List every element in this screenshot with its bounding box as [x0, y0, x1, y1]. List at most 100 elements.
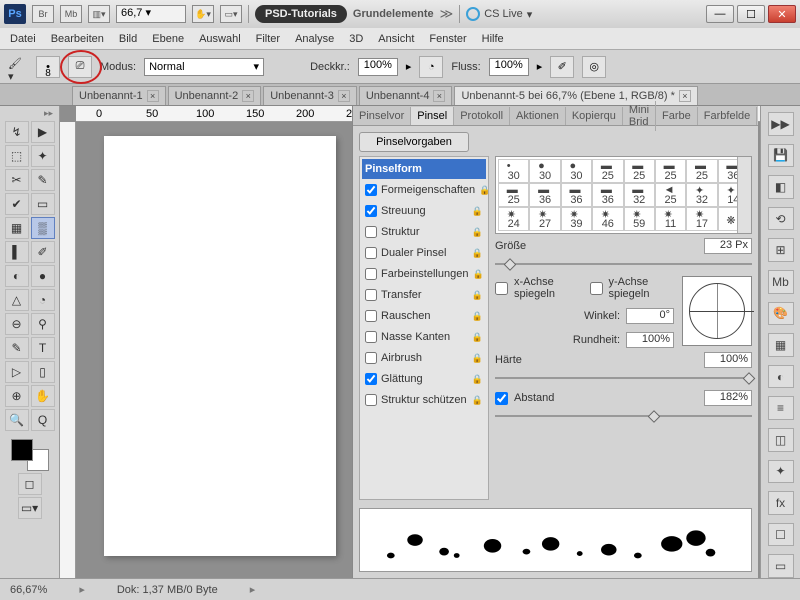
brush-setting-item[interactable]: Formeigenschaften — [362, 180, 486, 200]
workspace-more-icon[interactable]: ≫ — [440, 6, 454, 22]
menu-ansicht[interactable]: Ansicht — [378, 33, 414, 45]
hardness-field[interactable]: 100% — [704, 352, 752, 368]
tool-item[interactable]: ◐ — [5, 265, 29, 287]
airbrush-icon[interactable]: ✐ — [550, 56, 574, 78]
tool-item[interactable]: △ — [5, 289, 29, 311]
brush-setting-item[interactable]: Struktur schützen — [362, 390, 486, 410]
brush-tip[interactable]: ▬36 — [529, 183, 560, 207]
menu-ebene[interactable]: Ebene — [152, 33, 184, 45]
tool-item[interactable]: ⬚ — [5, 145, 29, 167]
brush-setting-item[interactable]: Nasse Kanten — [362, 327, 486, 347]
tool-item[interactable]: ✂ — [5, 169, 29, 191]
lock-icon[interactable] — [472, 248, 483, 259]
workspace-pill[interactable]: PSD-Tutorials — [255, 5, 347, 23]
opacity-pressure-icon[interactable]: ◔ — [419, 56, 443, 78]
panel-tab-pinselvor[interactable]: Pinselvor — [353, 107, 411, 125]
dock-icon[interactable]: 🎨 — [768, 302, 794, 326]
dock-icon[interactable]: ▦ — [768, 333, 794, 357]
brush-tip[interactable]: ●30 — [529, 159, 560, 183]
color-swatches[interactable] — [11, 439, 49, 471]
document-tab[interactable]: Unbenannt-5 bei 66,7% (Ebene 1, RGB/8) *… — [454, 86, 697, 105]
tool-item[interactable]: ▶ — [31, 121, 55, 143]
brush-tip[interactable]: ◄25 — [655, 183, 686, 207]
hardness-slider[interactable] — [495, 372, 752, 386]
lock-icon[interactable] — [472, 395, 483, 406]
tool-item[interactable]: ✦ — [31, 145, 55, 167]
lock-icon[interactable] — [472, 206, 483, 217]
brush-setting-item[interactable]: Struktur — [362, 222, 486, 242]
brush-setting-item[interactable]: Airbrush — [362, 348, 486, 368]
brush-tip[interactable]: ✦32 — [686, 183, 717, 207]
brush-presets-button[interactable]: Pinselvorgaben — [359, 132, 469, 152]
dock-icon[interactable]: ◫ — [768, 428, 794, 452]
lock-icon[interactable] — [472, 353, 483, 364]
size-pressure-icon[interactable]: ◎ — [582, 56, 606, 78]
brush-preview-icon[interactable]: • 8 — [36, 56, 60, 78]
brush-tip-grid[interactable]: •30●30●30▬25▬25▬25▬25▬36▬25▬36▬36▬36▬32◄… — [495, 156, 752, 234]
flip-x-checkbox[interactable]: x-Achse spiegeln — [495, 276, 580, 300]
status-flyout2-icon[interactable]: ▸ — [238, 583, 268, 596]
lock-icon[interactable] — [472, 227, 483, 238]
tool-item[interactable]: ▷ — [5, 361, 29, 383]
tool-item[interactable]: ▦ — [5, 217, 29, 239]
hand-icon[interactable]: ✋▾ — [192, 5, 214, 23]
panel-tab-farbfelde[interactable]: Farbfelde — [698, 107, 757, 125]
brush-tip[interactable]: ▬25 — [686, 159, 717, 183]
lock-icon[interactable] — [479, 185, 490, 196]
panel-tab-farbe[interactable]: Farbe — [656, 107, 698, 125]
brush-setting-item[interactable]: Pinselform — [362, 159, 486, 179]
layout-icon[interactable]: ▥▾ — [88, 5, 110, 23]
dock-icon[interactable]: 💾 — [768, 144, 794, 168]
lock-icon[interactable] — [472, 311, 483, 322]
brush-tip[interactable]: ✷39 — [561, 207, 592, 231]
minimize-button[interactable]: — — [706, 5, 734, 23]
dock-icon[interactable]: fx — [768, 491, 794, 515]
brush-setting-item[interactable]: Glättung — [362, 369, 486, 389]
brush-tip[interactable]: ✷46 — [592, 207, 623, 231]
document-tab[interactable]: Unbenannt-1× — [72, 86, 166, 105]
menu-fenster[interactable]: Fenster — [429, 33, 466, 45]
cslive-button[interactable]: CS Live ▾ — [466, 7, 532, 21]
brush-tip[interactable]: ▬25 — [498, 183, 529, 207]
tool-item[interactable]: ▭ — [31, 193, 55, 215]
tool-item[interactable]: ◔ — [31, 289, 55, 311]
menu-auswahl[interactable]: Auswahl — [199, 33, 241, 45]
brush-setting-item[interactable]: Rauschen — [362, 306, 486, 326]
brush-tip[interactable]: ✷17 — [686, 207, 717, 231]
brush-tip[interactable]: ▬36 — [561, 183, 592, 207]
zoom-dropdown[interactable]: 66,7 ▾ — [116, 5, 186, 23]
tool-item[interactable]: ▌ — [5, 241, 29, 263]
menu-3d[interactable]: 3D — [349, 33, 363, 45]
dock-icon[interactable]: ⟲ — [768, 207, 794, 231]
dock-icon[interactable]: ☐ — [768, 523, 794, 547]
menu-datei[interactable]: Datei — [10, 33, 36, 45]
spacing-slider[interactable] — [495, 410, 752, 424]
close-tab-icon[interactable]: × — [147, 90, 159, 102]
panel-tab-protokoll[interactable]: Protokoll — [454, 107, 510, 125]
brush-panel-toggle[interactable]: ⎚ — [68, 56, 92, 78]
tool-item[interactable]: ⊕ — [5, 385, 29, 407]
brush-tip[interactable]: ✷24 — [498, 207, 529, 231]
dock-icon[interactable]: Mb — [768, 270, 794, 294]
brush-tip[interactable]: ▬36 — [592, 183, 623, 207]
workspace-name[interactable]: Grundelemente — [353, 8, 434, 20]
roundness-field[interactable]: 100% — [626, 332, 674, 348]
size-field[interactable]: 23 Px — [704, 238, 752, 254]
scrollbar[interactable] — [737, 157, 751, 233]
tool-item[interactable]: ✋ — [31, 385, 55, 407]
panel-tab-kopierqu[interactable]: Kopierqu — [566, 107, 623, 125]
panel-tab-pinsel[interactable]: Pinsel — [411, 107, 454, 125]
tool-item[interactable]: ✐ — [31, 241, 55, 263]
mode-dropdown[interactable]: Normal▾ — [144, 58, 264, 76]
brush-tip[interactable]: ▬32 — [624, 183, 655, 207]
maximize-button[interactable]: ☐ — [737, 5, 765, 23]
tool-item[interactable]: ● — [31, 265, 55, 287]
tool-item[interactable]: ▯ — [31, 361, 55, 383]
dock-icon[interactable]: ✦ — [768, 460, 794, 484]
brush-tip[interactable]: ▬25 — [655, 159, 686, 183]
tool-item[interactable]: 🔍 — [5, 409, 29, 431]
tool-item[interactable]: ✎ — [31, 169, 55, 191]
lock-icon[interactable] — [472, 332, 483, 343]
foreground-color[interactable] — [11, 439, 33, 461]
dock-icon[interactable]: ◧ — [768, 175, 794, 199]
